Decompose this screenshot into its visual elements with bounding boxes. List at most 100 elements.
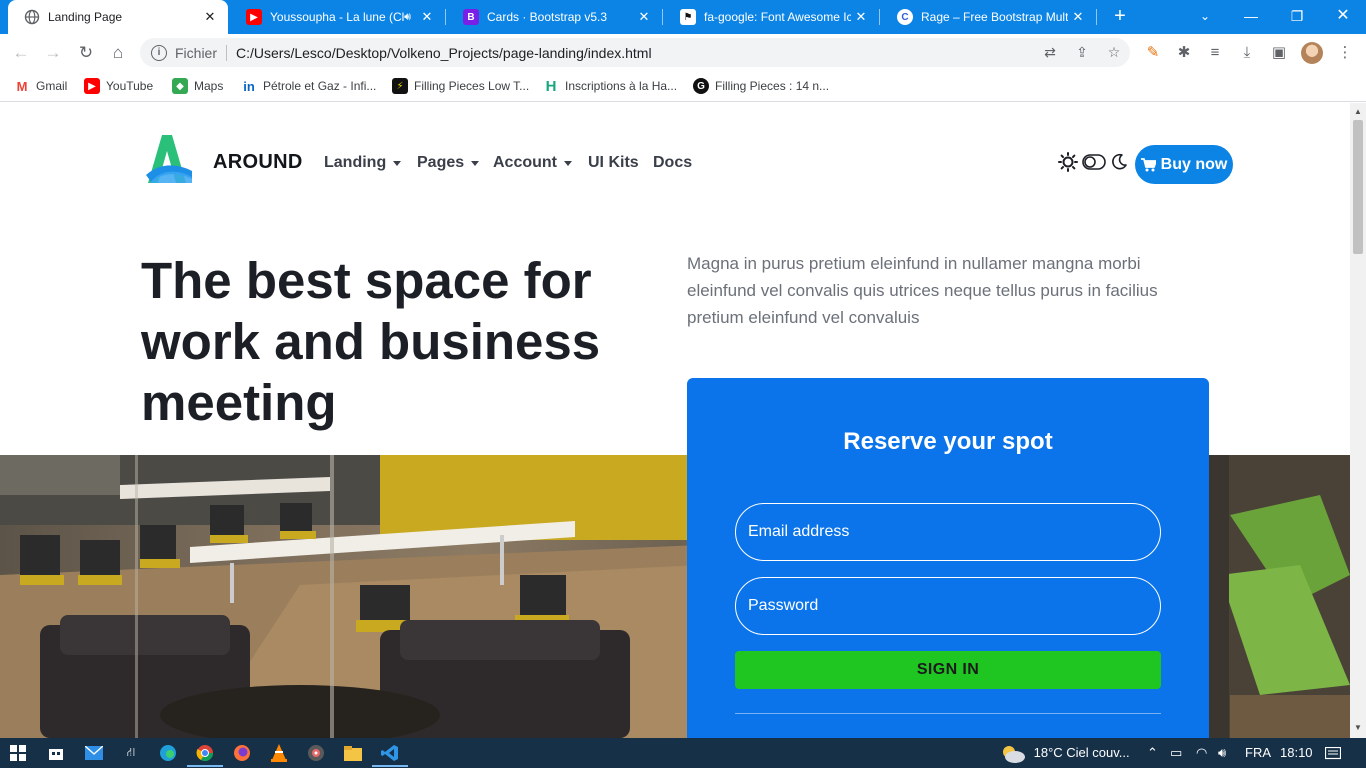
home-button[interactable]: ⌂ bbox=[105, 40, 131, 66]
forward-button[interactable]: → bbox=[40, 40, 66, 66]
wifi-icon[interactable]: ◠ bbox=[1196, 738, 1207, 768]
browser-toolbar: ← → ↻ ⌂ i Fichier C:/Users/Lesco/Desktop… bbox=[0, 34, 1366, 71]
linkedin-icon: in bbox=[243, 78, 255, 94]
email-field[interactable]: Email address bbox=[735, 503, 1161, 561]
speaker-icon[interactable]: 🔊︎ bbox=[404, 11, 411, 24]
tab-landing-page[interactable]: Landing Page ✕ bbox=[8, 0, 228, 34]
brand-name[interactable]: AROUND bbox=[213, 151, 303, 174]
tab-search-icon[interactable]: ⌄ bbox=[1182, 0, 1228, 34]
edge-icon[interactable] bbox=[158, 743, 178, 763]
windows-start-icon[interactable] bbox=[8, 743, 28, 763]
tab-title: Rage – Free Bootstrap Multip bbox=[921, 10, 1068, 24]
password-placeholder: Password bbox=[748, 597, 819, 614]
menu-icon[interactable]: ⋮ bbox=[1334, 42, 1356, 64]
tab-title: fa-google: Font Awesome Ico bbox=[704, 10, 851, 24]
tab-divider bbox=[1096, 9, 1097, 25]
weather-widget[interactable]: 18°C Ciel couv... bbox=[1000, 738, 1130, 768]
around-logo[interactable] bbox=[142, 133, 194, 185]
reserve-title: Reserve your spot bbox=[843, 428, 1053, 455]
bookmark-petrole-gaz[interactable]: in Pétrole et Gaz - Infi... bbox=[241, 77, 376, 95]
close-icon[interactable]: ✕ bbox=[1068, 9, 1088, 25]
password-field[interactable]: Password bbox=[735, 577, 1161, 635]
hero-title: The best space for work and business mee… bbox=[141, 252, 601, 431]
volume-icon[interactable]: 🔊︎ bbox=[1218, 738, 1226, 768]
tab-divider bbox=[879, 9, 880, 25]
store-icon[interactable] bbox=[46, 743, 66, 763]
sun-icon[interactable] bbox=[1058, 151, 1078, 177]
chevron-up-icon[interactable]: ⌃ bbox=[1147, 738, 1158, 768]
github-icon: G bbox=[693, 78, 709, 94]
notification-icon[interactable] bbox=[1324, 738, 1342, 768]
new-tab-button[interactable]: + bbox=[1108, 4, 1132, 28]
chrome-icon[interactable] bbox=[187, 743, 223, 767]
chevron-down-icon bbox=[471, 160, 480, 166]
bookmark-youtube[interactable]: ▶ YouTube bbox=[84, 77, 153, 95]
bookmark-filling-pieces-low[interactable]: ⚡ Filling Pieces Low T... bbox=[392, 77, 529, 95]
bookmark-label: Filling Pieces : 14 n... bbox=[715, 79, 830, 93]
scroll-down-icon[interactable]: ▼ bbox=[1354, 723, 1362, 732]
restore-icon[interactable]: ❐ bbox=[1274, 0, 1320, 34]
close-icon[interactable]: ✕ bbox=[851, 9, 871, 25]
bookmark-maps[interactable]: ◆ Maps bbox=[172, 77, 223, 95]
battery-icon[interactable]: ▭ bbox=[1170, 738, 1182, 768]
profile-avatar[interactable] bbox=[1301, 42, 1323, 64]
buy-now-button[interactable]: Buy now bbox=[1135, 145, 1233, 184]
flag-icon: ⚑ bbox=[680, 9, 696, 25]
download-icon[interactable]: ⤓ bbox=[1236, 42, 1258, 64]
address-bar[interactable]: i Fichier C:/Users/Lesco/Desktop/Volkeno… bbox=[140, 38, 1130, 67]
h-icon: H bbox=[545, 77, 557, 95]
close-icon[interactable]: ✕ bbox=[634, 9, 654, 25]
back-button[interactable]: ← bbox=[8, 40, 34, 66]
tab-title: Youssoupha - La lune (Cl bbox=[270, 10, 405, 24]
extensions-icon[interactable]: ✱ bbox=[1173, 42, 1195, 64]
sign-in-button[interactable]: SIGN IN bbox=[735, 651, 1161, 689]
weather-text: 18°C Ciel couv... bbox=[1033, 745, 1130, 760]
toggle-icon[interactable] bbox=[1082, 153, 1106, 175]
star-icon[interactable]: ☆ bbox=[1098, 44, 1130, 61]
tab-font-awesome[interactable]: ⚑ fa-google: Font Awesome Ico ✕ bbox=[664, 0, 879, 34]
close-icon[interactable]: ✕ bbox=[200, 9, 220, 25]
globe-icon bbox=[24, 9, 40, 25]
side-panel-icon[interactable]: ▣ bbox=[1268, 42, 1290, 64]
firefox-icon[interactable] bbox=[232, 743, 252, 763]
close-window-icon[interactable]: ✕ bbox=[1320, 0, 1366, 34]
language-indicator[interactable]: FRA bbox=[1245, 738, 1271, 768]
vlc-icon[interactable] bbox=[269, 743, 289, 763]
scrollbar-thumb[interactable] bbox=[1353, 120, 1363, 254]
page-scrollbar[interactable]: ▲ ▼ bbox=[1350, 103, 1366, 738]
tab-divider bbox=[662, 9, 663, 25]
bookmark-label: Maps bbox=[194, 79, 224, 93]
minimize-icon[interactable]: — bbox=[1228, 0, 1274, 34]
bookmark-label: Pétrole et Gaz - Infi... bbox=[263, 79, 377, 93]
mail-icon[interactable] bbox=[84, 743, 104, 763]
nav-ui-kits[interactable]: UI Kits bbox=[588, 154, 639, 172]
bookmark-gmail[interactable]: M Gmail bbox=[14, 77, 68, 95]
scroll-up-icon[interactable]: ▲ bbox=[1354, 107, 1362, 116]
reload-button[interactable]: ↻ bbox=[73, 40, 99, 66]
close-icon[interactable]: ✕ bbox=[417, 9, 437, 25]
nav-label: Landing bbox=[324, 154, 387, 171]
nav-landing[interactable]: Landing bbox=[324, 154, 402, 172]
theme-switcher[interactable] bbox=[1058, 151, 1128, 177]
media-control-icon[interactable]: ≡ bbox=[1204, 42, 1226, 64]
tab-bootstrap-cards[interactable]: B Cards · Bootstrap v5.3 ✕ bbox=[447, 0, 662, 34]
share-icon[interactable]: ⇪ bbox=[1066, 44, 1098, 61]
vscode-icon[interactable] bbox=[372, 743, 408, 767]
info-icon[interactable]: i bbox=[151, 44, 167, 61]
nav-pages[interactable]: Pages bbox=[417, 154, 480, 172]
nav-account[interactable]: Account bbox=[493, 154, 572, 172]
bookmark-inscriptions[interactable]: H Inscriptions à la Ha... bbox=[543, 77, 677, 95]
tab-youtube[interactable]: ▶ Youssoupha - La lune (Cl 🔊︎ ✕ bbox=[230, 0, 445, 34]
nav-docs[interactable]: Docs bbox=[653, 154, 692, 172]
tab-rage[interactable]: C Rage – Free Bootstrap Multip ✕ bbox=[881, 0, 1096, 34]
file-explorer-icon[interactable] bbox=[343, 743, 363, 763]
url-text[interactable]: C:/Users/Lesco/Desktop/Volkeno_Projects/… bbox=[236, 45, 1034, 61]
bookmark-filling-pieces-14[interactable]: G Filling Pieces : 14 n... bbox=[693, 77, 829, 95]
clock[interactable]: 18:10 bbox=[1280, 738, 1313, 768]
pen-extension-icon[interactable]: ✎ bbox=[1142, 42, 1164, 64]
translate-icon[interactable]: ⇄ bbox=[1034, 44, 1066, 61]
network-app-icon[interactable]: ⛙ bbox=[121, 743, 141, 763]
media-player-icon[interactable] bbox=[306, 743, 326, 763]
tab-divider bbox=[445, 9, 446, 25]
moon-icon[interactable] bbox=[1110, 153, 1128, 176]
